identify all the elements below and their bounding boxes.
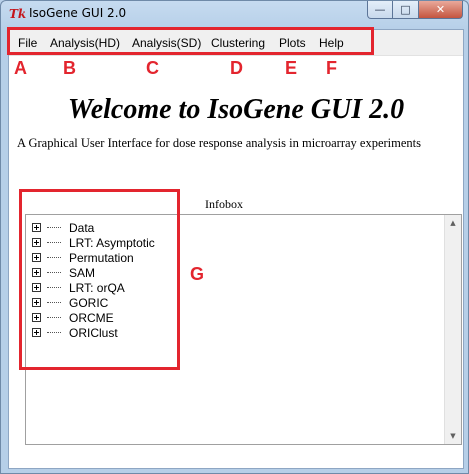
close-icon: ✕ — [435, 3, 446, 16]
window-title: IsoGene GUI 2.0 — [29, 6, 127, 20]
close-button[interactable]: ✕ — [419, 1, 463, 19]
window-controls: — □ ✕ — [367, 1, 463, 21]
infobox-label: Infobox — [205, 197, 243, 211]
minimize-icon: — — [374, 3, 386, 16]
annotation-label-g: G — [190, 264, 205, 284]
annotation-label-a: A — [14, 58, 27, 78]
subtitle-text: A Graphical User Interface for dose resp… — [17, 136, 422, 150]
annotation-label-c: C — [146, 58, 159, 78]
menu-highlight-box — [7, 27, 374, 55]
maximize-button[interactable]: □ — [393, 1, 419, 19]
tk-icon: Tk — [9, 7, 27, 21]
annotation-label-f: F — [326, 58, 337, 78]
scroll-down-icon[interactable]: ▼ — [445, 428, 461, 444]
annotation-label-e: E — [285, 58, 298, 78]
minimize-button[interactable]: — — [367, 1, 393, 19]
annotation-label-b: B — [63, 58, 76, 78]
infobox-highlight-box — [19, 189, 180, 370]
vertical-scrollbar[interactable]: ▲ ▼ — [444, 215, 461, 444]
maximize-icon: □ — [400, 3, 411, 16]
welcome-heading: Welcome to IsoGene GUI 2.0 — [67, 94, 405, 125]
scroll-up-icon[interactable]: ▲ — [445, 215, 461, 231]
title-bar[interactable]: Tk IsoGene GUI 2.0 — □ ✕ — [1, 1, 468, 27]
annotation-label-d: D — [230, 58, 243, 78]
